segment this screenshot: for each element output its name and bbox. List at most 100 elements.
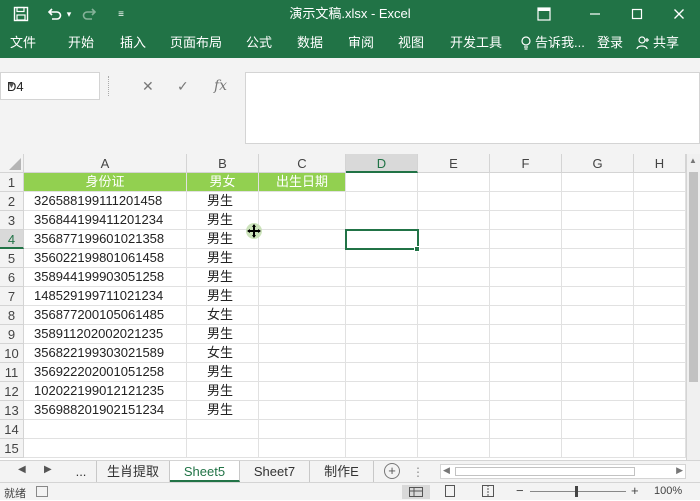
- cell-e9[interactable]: [418, 325, 490, 344]
- scroll-right-icon[interactable]: ▶: [676, 465, 683, 476]
- cell-c11[interactable]: [259, 363, 346, 382]
- fill-handle[interactable]: [414, 246, 420, 252]
- gender-cell-b12[interactable]: 男生: [187, 382, 259, 401]
- id-cell-a2[interactable]: 326588199111201458: [24, 192, 187, 211]
- row-header-13[interactable]: 13: [0, 401, 24, 420]
- cell-g5[interactable]: [562, 249, 634, 268]
- cell-c12[interactable]: [259, 382, 346, 401]
- id-cell-a12[interactable]: 102022199012121235: [24, 382, 187, 401]
- cell-f5[interactable]: [490, 249, 562, 268]
- scroll-left-icon[interactable]: ◀: [443, 465, 450, 476]
- tab-data[interactable]: 数据: [297, 28, 323, 58]
- customize-toolbar-icon[interactable]: ≡: [114, 0, 128, 28]
- name-box-dropdown-icon[interactable]: ▼: [7, 80, 93, 90]
- tab-page-layout[interactable]: 页面布局: [170, 28, 222, 58]
- cell-h14[interactable]: [634, 420, 686, 439]
- row-header-7[interactable]: 7: [0, 287, 24, 306]
- id-cell-a13[interactable]: 356988201902151234: [24, 401, 187, 420]
- redo-icon[interactable]: [78, 0, 102, 28]
- cell-a15[interactable]: [24, 439, 187, 458]
- tab-insert[interactable]: 插入: [120, 28, 146, 58]
- cell-c5[interactable]: [259, 249, 346, 268]
- tab-formulas[interactable]: 公式: [246, 28, 272, 58]
- cell-e8[interactable]: [418, 306, 490, 325]
- cell-b15[interactable]: [187, 439, 259, 458]
- id-cell-a5[interactable]: 356022199801061458: [24, 249, 187, 268]
- insert-function-icon[interactable]: fx: [214, 78, 227, 94]
- cell-g8[interactable]: [562, 306, 634, 325]
- scroll-sheets-left-icon[interactable]: ◀: [18, 464, 26, 475]
- cell-g3[interactable]: [562, 211, 634, 230]
- vertical-scrollbar[interactable]: ▲: [686, 154, 700, 460]
- column-header-d[interactable]: D: [346, 154, 418, 173]
- cell-f15[interactable]: [490, 439, 562, 458]
- cell-f4[interactable]: [490, 230, 562, 249]
- header-cell-c1[interactable]: 出生日期: [259, 173, 346, 192]
- cell-f13[interactable]: [490, 401, 562, 420]
- row-header-14[interactable]: 14: [0, 420, 24, 439]
- cell-g7[interactable]: [562, 287, 634, 306]
- column-header-b[interactable]: B: [187, 154, 259, 173]
- cell-f3[interactable]: [490, 211, 562, 230]
- cell-f1[interactable]: [490, 173, 562, 192]
- column-header-e[interactable]: E: [418, 154, 490, 173]
- cell-f11[interactable]: [490, 363, 562, 382]
- row-header-8[interactable]: 8: [0, 306, 24, 325]
- id-cell-a7[interactable]: 148529199711021234: [24, 287, 187, 306]
- scroll-up-icon[interactable]: ▲: [689, 156, 697, 165]
- cell-d1[interactable]: [346, 173, 418, 192]
- cell-h10[interactable]: [634, 344, 686, 363]
- cell-f6[interactable]: [490, 268, 562, 287]
- cell-d12[interactable]: [346, 382, 418, 401]
- tab-split-handle[interactable]: ⋮: [412, 465, 424, 479]
- id-cell-a9[interactable]: 358911202002021235: [24, 325, 187, 344]
- more-sheets-ellipsis[interactable]: ...: [66, 461, 96, 482]
- cell-h1[interactable]: [634, 173, 686, 192]
- row-header-2[interactable]: 2: [0, 192, 24, 211]
- row-header-9[interactable]: 9: [0, 325, 24, 344]
- close-icon[interactable]: [664, 0, 694, 28]
- formula-input[interactable]: [245, 72, 700, 144]
- id-cell-a6[interactable]: 358944199903051258: [24, 268, 187, 287]
- cell-g12[interactable]: [562, 382, 634, 401]
- cell-e6[interactable]: [418, 268, 490, 287]
- sheet-tab-sheet5[interactable]: Sheet5: [170, 461, 240, 482]
- cell-g6[interactable]: [562, 268, 634, 287]
- cell-h5[interactable]: [634, 249, 686, 268]
- cell-d11[interactable]: [346, 363, 418, 382]
- add-sheet-icon[interactable]: +: [384, 463, 400, 479]
- cell-h2[interactable]: [634, 192, 686, 211]
- column-header-g[interactable]: G: [562, 154, 634, 173]
- cell-e12[interactable]: [418, 382, 490, 401]
- cell-g4[interactable]: [562, 230, 634, 249]
- cell-c8[interactable]: [259, 306, 346, 325]
- cell-h9[interactable]: [634, 325, 686, 344]
- sign-in-link[interactable]: 登录: [597, 28, 623, 58]
- id-cell-a3[interactable]: 356844199411201234: [24, 211, 187, 230]
- cell-a14[interactable]: [24, 420, 187, 439]
- sheet-tab-sheet7[interactable]: Sheet7: [240, 461, 310, 482]
- cell-e7[interactable]: [418, 287, 490, 306]
- column-header-f[interactable]: F: [490, 154, 562, 173]
- undo-dropdown-icon[interactable]: ▾: [64, 0, 74, 28]
- tab-file[interactable]: 文件: [10, 28, 36, 58]
- cell-e13[interactable]: [418, 401, 490, 420]
- cell-f14[interactable]: [490, 420, 562, 439]
- cell-e2[interactable]: [418, 192, 490, 211]
- minimize-icon[interactable]: [580, 0, 610, 28]
- row-header-15[interactable]: 15: [0, 439, 24, 458]
- row-header-6[interactable]: 6: [0, 268, 24, 287]
- cell-g9[interactable]: [562, 325, 634, 344]
- gender-cell-b11[interactable]: 男生: [187, 363, 259, 382]
- cell-c13[interactable]: [259, 401, 346, 420]
- cell-g10[interactable]: [562, 344, 634, 363]
- horizontal-scrollbar[interactable]: ◀ ▶: [440, 464, 686, 479]
- zoom-slider[interactable]: [530, 491, 626, 492]
- cell-f2[interactable]: [490, 192, 562, 211]
- cell-f9[interactable]: [490, 325, 562, 344]
- cell-e14[interactable]: [418, 420, 490, 439]
- cell-b14[interactable]: [187, 420, 259, 439]
- cell-h12[interactable]: [634, 382, 686, 401]
- ribbon-display-options-icon[interactable]: [532, 0, 556, 28]
- save-icon[interactable]: [8, 0, 34, 28]
